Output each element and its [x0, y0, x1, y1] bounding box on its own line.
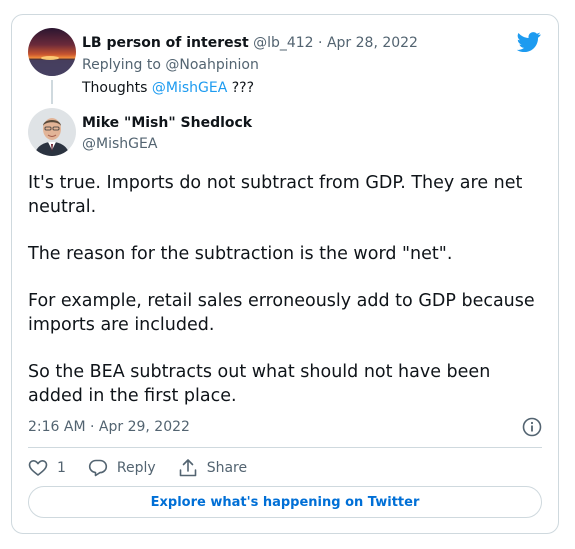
main-tweet-text: It's true. Imports do not subtract from … — [28, 171, 548, 431]
explore-twitter-button[interactable]: Explore what's happening on Twitter — [28, 486, 542, 518]
reply-label: Reply — [116, 460, 156, 476]
reply-header: LB person of interest @lb_412 · Apr 28, … — [82, 34, 418, 52]
tweet-paragraph: The reason for the subtraction is the wo… — [28, 244, 453, 264]
reply-mention-link[interactable]: @MishGEA — [152, 80, 227, 96]
main-author-handle[interactable]: @MishGEA — [82, 135, 157, 153]
main-author-avatar[interactable] — [28, 108, 76, 156]
heart-icon — [28, 460, 48, 476]
sunset-avatar-icon — [28, 28, 76, 76]
share-upload-icon — [179, 459, 197, 477]
tweet-embed-card: LB person of interest @lb_412 · Apr 28, … — [11, 14, 559, 534]
tweet-paragraph: It's true. Imports do not subtract from … — [28, 173, 523, 217]
man-portrait-avatar-icon — [28, 108, 76, 156]
thread-connector-line — [51, 80, 53, 104]
info-icon[interactable] — [522, 417, 542, 437]
reply-author-name[interactable]: LB person of interest — [82, 35, 249, 51]
tweet-actions-bar: 1 Reply Share — [28, 458, 269, 478]
share-button[interactable]: Share — [178, 458, 247, 478]
tweet-paragraph: So the BEA subtracts out what should not… — [28, 362, 491, 406]
main-author-name[interactable]: Mike "Mish" Shedlock — [82, 114, 252, 132]
like-count: 1 — [57, 460, 66, 476]
speech-bubble-icon — [88, 459, 108, 477]
replying-to-line: Replying to @Noahpinion — [82, 56, 259, 74]
reply-text-suffix: ??? — [231, 80, 255, 96]
replying-to-handle[interactable]: @Noahpinion — [165, 57, 258, 73]
twitter-bird-icon[interactable] — [517, 32, 541, 52]
reply-author-avatar[interactable] — [28, 28, 76, 76]
share-label: Share — [206, 460, 248, 476]
reply-author-handle[interactable]: @lb_412 — [253, 35, 314, 51]
reply-tweet-text: Thoughts @MishGEA ??? — [82, 79, 254, 97]
like-button[interactable]: 1 — [28, 458, 66, 478]
reply-date[interactable]: Apr 28, 2022 — [327, 35, 418, 51]
replying-to-prefix: Replying to — [82, 57, 161, 73]
tweet-paragraph: For example, retail sales erroneously ad… — [28, 291, 535, 335]
reply-header-separator: · — [318, 35, 323, 51]
actions-divider — [28, 447, 542, 448]
reply-button[interactable]: Reply — [88, 458, 156, 478]
tweet-timestamp[interactable]: 2:16 AM · Apr 29, 2022 — [28, 418, 190, 436]
reply-text-prefix: Thoughts — [82, 80, 148, 96]
